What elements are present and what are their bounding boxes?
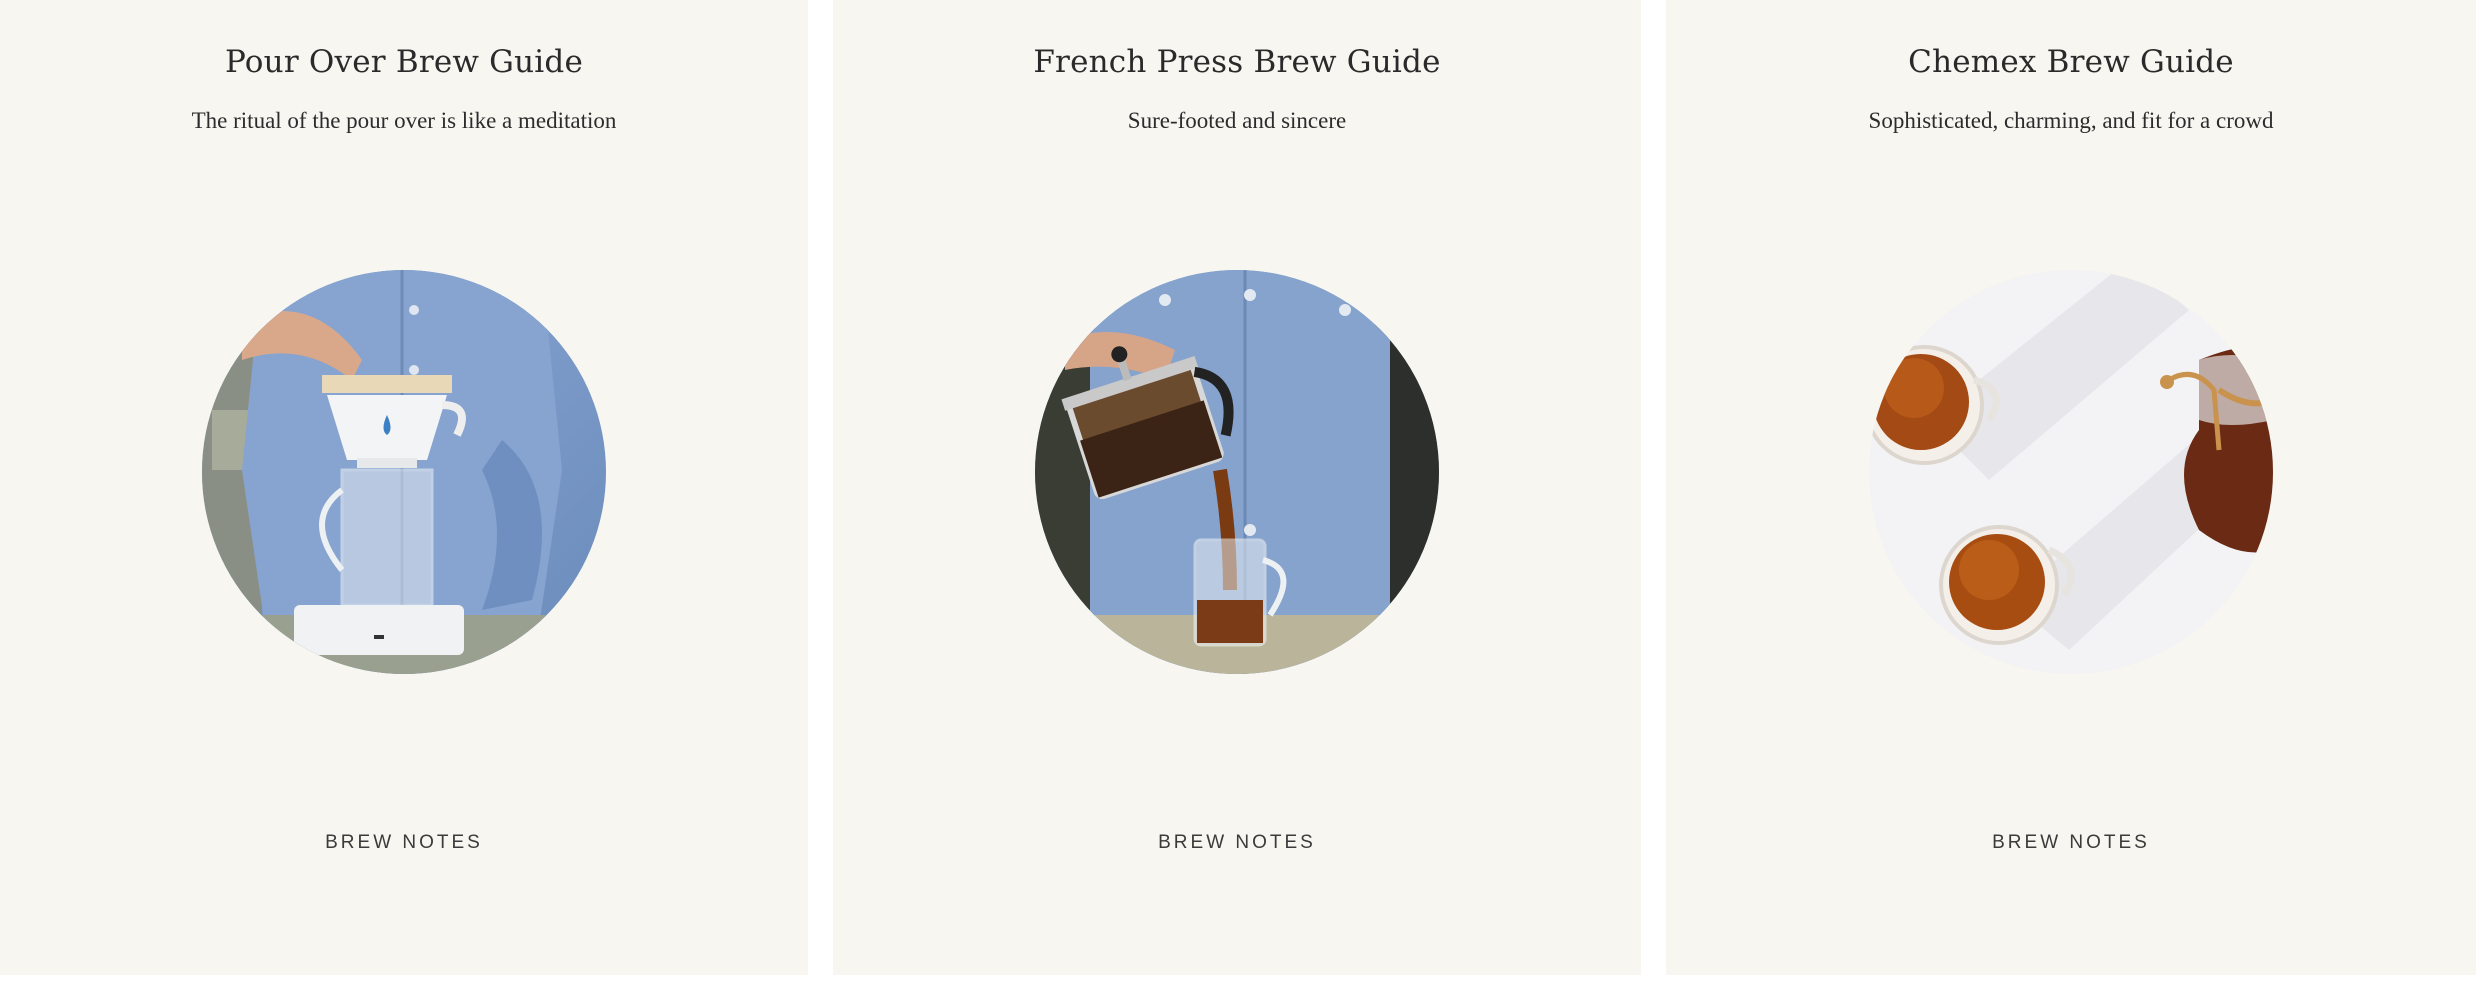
brew-guides-grid: Pour Over Brew Guide The ritual of the p…	[0, 0, 2476, 982]
brew-notes-link[interactable]: BREW NOTES	[1666, 832, 2476, 854]
guide-title: French Press Brew Guide	[1033, 44, 1441, 80]
guide-subtitle: The ritual of the pour over is like a me…	[191, 108, 617, 133]
guide-title: Chemex Brew Guide	[1908, 44, 2234, 80]
brew-guide-card-pour-over[interactable]: Pour Over Brew Guide The ritual of the p…	[0, 0, 808, 975]
guide-subtitle: Sure-footed and sincere	[1127, 108, 1347, 133]
brew-notes-link[interactable]: BREW NOTES	[0, 832, 808, 854]
guide-subtitle: Sophisticated, charming, and fit for a c…	[1868, 108, 2274, 133]
pour-over-photo[interactable]	[202, 270, 606, 674]
french-press-photo[interactable]	[1035, 270, 1439, 674]
brew-guide-card-french-press[interactable]: French Press Brew Guide Sure-footed and …	[833, 0, 1641, 975]
brew-guide-card-chemex[interactable]: Chemex Brew Guide Sophisticated, charmin…	[1666, 0, 2476, 975]
chemex-photo[interactable]	[1869, 270, 2273, 674]
brew-notes-link[interactable]: BREW NOTES	[833, 832, 1641, 854]
guide-title: Pour Over Brew Guide	[224, 44, 584, 80]
